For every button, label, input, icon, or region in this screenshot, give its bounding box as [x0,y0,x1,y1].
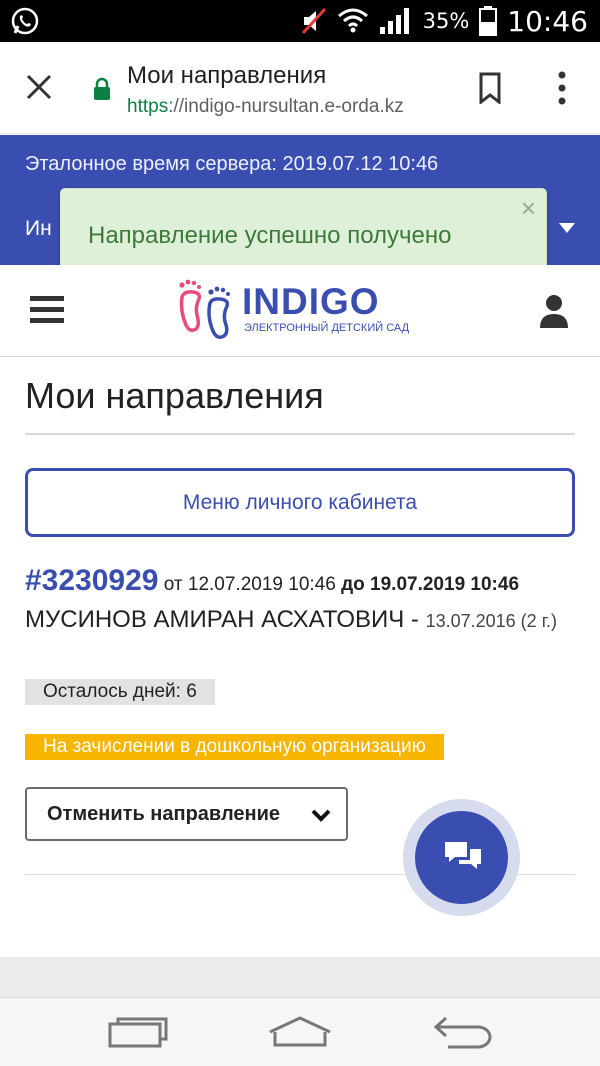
browser-url[interactable]: https://indigo-nursultan.e-orda.kz [127,96,404,118]
whatsapp-icon [11,7,39,35]
logo-subtitle: ЭЛЕКТРОННЫЙ ДЕТСКИЙ САД [244,322,410,334]
hamburger-menu-icon[interactable] [30,296,64,324]
browser-toolbar: Мои направления https://indigo-nursultan… [0,42,600,134]
language-selector-label[interactable]: Ин [25,217,52,241]
battery-icon [479,6,498,36]
referral-number[interactable]: #3230929 [25,564,158,597]
indigo-logo[interactable]: INDIGO ЭЛЕКТРОННЫЙ ДЕТСКИЙ САД [176,279,426,343]
back-icon[interactable] [432,1014,494,1050]
personal-cabinet-menu-button[interactable]: Меню личного кабинета [25,468,575,537]
signal-icon [379,8,409,34]
wifi-icon [337,8,368,33]
user-account-icon[interactable] [540,294,568,328]
url-scheme: https [127,96,169,117]
logo-wordmark: INDIGO [242,281,380,322]
battery-percent: 35% [422,9,470,33]
browser-title: Мои направления [127,62,327,89]
toast-close-button[interactable]: × [521,195,536,221]
chat-button[interactable] [415,811,508,904]
system-nav-bar [0,997,600,1066]
footprints-icon [179,279,230,339]
toast-message: Направление успешно получено [88,222,452,249]
recent-apps-icon[interactable] [108,1016,168,1048]
cancel-referral-label: Отменить направление [47,802,281,825]
referral-to-date: до 19.07.2019 10:46 [341,574,520,595]
cancel-referral-button[interactable]: Отменить направление [25,787,348,841]
child-info: МУСИНОВ АМИРАН АСХАТОВИЧ - 13.07.2016 (2… [25,606,575,637]
more-vert-icon[interactable] [552,70,572,106]
server-time: Эталонное время сервера: 2019.07.12 10:4… [25,153,439,175]
page-title: Мои направления [25,375,324,416]
site-header: INDIGO ЭЛЕКТРОННЫЙ ДЕТСКИЙ САД [0,265,600,357]
status-badge: На зачислении в дошкольную организацию [25,734,444,760]
close-icon[interactable] [22,70,56,104]
mute-icon [301,7,326,35]
url-host: ://indigo-nursultan.e-orda.kz [168,96,404,117]
days-left-badge: Осталось дней: 6 [25,679,215,705]
page-footer-band [0,957,600,997]
title-divider [25,433,575,435]
clock: 10:46 [507,4,588,38]
lock-icon [94,77,110,100]
referral-header: #3230929 от 12.07.2019 10:46 до 19.07.20… [25,564,519,598]
status-bar: 35% 10:46 [0,0,600,42]
bookmark-icon[interactable] [478,72,502,104]
chevron-down-icon [311,809,331,822]
caret-down-icon[interactable] [558,221,576,235]
home-icon[interactable] [267,1014,333,1048]
chat-icon [445,842,481,869]
referral-from-date: от 12.07.2019 10:46 [158,574,342,595]
child-birthdate: 13.07.2016 (2 г.) [425,611,558,631]
child-name: МУСИНОВ АМИРАН АСХАТОВИЧ - [25,606,426,633]
